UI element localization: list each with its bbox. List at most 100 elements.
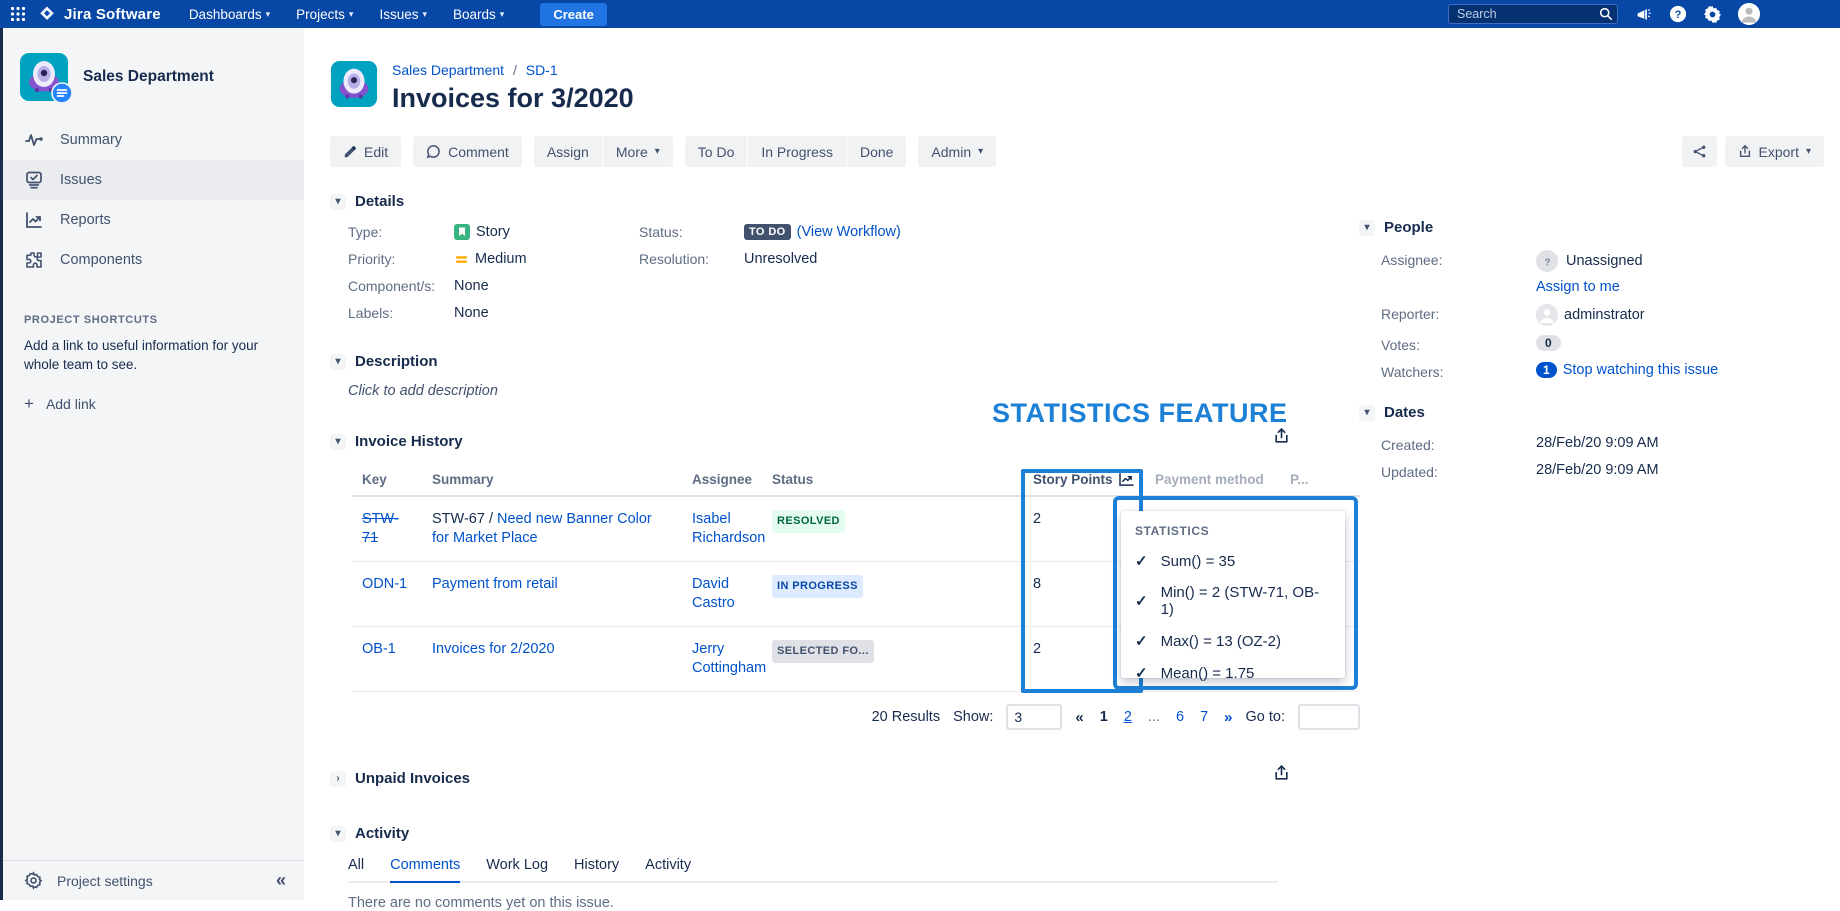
next-page-icon[interactable]: » xyxy=(1224,709,1232,726)
sidebar-item-summary[interactable]: Summary xyxy=(3,120,304,160)
pagination: 20 Results Show: « 1 2 ... 6 7 » Go to: xyxy=(330,704,1360,730)
issue-key-link[interactable]: STW-71 xyxy=(362,511,399,546)
nav-dashboards[interactable]: Dashboards ▾ xyxy=(189,7,270,22)
app-switcher-icon[interactable] xyxy=(10,6,26,22)
chevron-down-icon: ▾ xyxy=(1806,146,1811,157)
watchers-label: Watchers: xyxy=(1381,362,1536,380)
nav-issues[interactable]: Issues ▾ xyxy=(379,7,427,22)
check-icon: ✓ xyxy=(1135,632,1148,650)
stop-watching-link[interactable]: Stop watching this issue xyxy=(1563,362,1719,378)
tab-all[interactable]: All xyxy=(348,857,364,881)
assignee-link[interactable]: Jerry Cottingham xyxy=(692,641,766,676)
col-story-points[interactable]: Story Points xyxy=(1023,466,1145,496)
breadcrumb-issue-link[interactable]: SD-1 xyxy=(526,62,558,78)
export-panel-icon[interactable] xyxy=(1273,427,1290,445)
share-button[interactable] xyxy=(1682,136,1717,167)
create-button[interactable]: Create xyxy=(540,3,606,26)
more-button[interactable]: More ▾ xyxy=(603,136,673,167)
watchers-badge[interactable]: 1 xyxy=(1536,362,1557,378)
add-link-button[interactable]: + Add link xyxy=(24,394,304,414)
edit-button[interactable]: Edit xyxy=(330,136,401,167)
pulse-icon xyxy=(24,130,44,150)
show-input[interactable] xyxy=(1006,704,1062,730)
details-twisty-icon[interactable]: ▾ xyxy=(330,194,346,210)
assign-button[interactable]: Assign xyxy=(534,136,602,167)
prev-page-icon[interactable]: « xyxy=(1075,709,1083,726)
people-twisty-icon[interactable]: ▾ xyxy=(1359,220,1375,236)
unpaid-twisty-icon[interactable]: › xyxy=(330,771,346,787)
inprogress-transition-button[interactable]: In Progress xyxy=(748,136,846,167)
done-transition-button[interactable]: Done xyxy=(847,136,906,167)
settings-gear-icon[interactable] xyxy=(1704,6,1721,23)
stat-sum[interactable]: ✓ Sum() = 35 xyxy=(1135,552,1331,570)
col-assignee[interactable]: Assignee xyxy=(682,466,762,496)
project-header: Sales Department xyxy=(3,28,304,120)
status-badge: SELECTED FO... xyxy=(772,640,874,663)
stat-min[interactable]: ✓ Min() = 2 (STW-71, OB-1) xyxy=(1135,584,1331,618)
tab-activity[interactable]: Activity xyxy=(645,857,691,881)
todo-transition-button[interactable]: To Do xyxy=(685,136,748,167)
invoice-history-twisty-icon[interactable]: ▾ xyxy=(330,434,346,450)
votes-badge[interactable]: 0 xyxy=(1536,335,1561,351)
export-button[interactable]: Export ▾ xyxy=(1725,136,1825,167)
issue-key-link[interactable]: ODN-1 xyxy=(362,576,407,592)
assignee-link[interactable]: Isabel Richardson xyxy=(692,511,765,546)
col-status[interactable]: Status xyxy=(762,466,1023,496)
jira-logo[interactable]: Jira Software xyxy=(38,5,161,23)
updated-label: Updated: xyxy=(1381,462,1536,480)
description-section: ▾ Description Click to add description xyxy=(330,353,1360,399)
user-avatar[interactable] xyxy=(1738,3,1760,25)
goto-input[interactable] xyxy=(1298,704,1360,730)
nav-boards[interactable]: Boards ▾ xyxy=(453,7,504,22)
export-icon xyxy=(1738,144,1752,159)
col-p[interactable]: P... xyxy=(1280,466,1360,496)
dates-twisty-icon[interactable]: ▾ xyxy=(1359,405,1375,421)
comment-button[interactable]: Comment xyxy=(413,136,522,167)
dates-section: ▾ Dates Created: 28/Feb/20 9:09 AM Updat… xyxy=(1359,404,1839,480)
stat-max[interactable]: ✓ Max() = 13 (OZ-2) xyxy=(1135,632,1331,650)
description-placeholder[interactable]: Click to add description xyxy=(348,383,1360,399)
sidebar-item-reports[interactable]: Reports xyxy=(3,200,304,240)
gear-icon xyxy=(24,871,43,890)
page-1[interactable]: 1 xyxy=(1100,709,1108,725)
collapse-sidebar-icon[interactable]: « xyxy=(276,870,286,891)
help-icon[interactable]: ? xyxy=(1669,5,1687,23)
search-input[interactable] xyxy=(1448,4,1618,24)
col-summary[interactable]: Summary xyxy=(422,466,682,496)
tab-worklog[interactable]: Work Log xyxy=(486,857,548,881)
summary-link[interactable]: Invoices for 2/2020 xyxy=(432,641,555,657)
share-icon xyxy=(1692,144,1707,159)
description-twisty-icon[interactable]: ▾ xyxy=(330,354,346,370)
col-key[interactable]: Key xyxy=(352,466,422,496)
export-panel-icon[interactable] xyxy=(1273,764,1290,782)
page-6[interactable]: 6 xyxy=(1176,709,1184,725)
results-count: 20 Results xyxy=(872,709,941,725)
issue-avatar xyxy=(330,60,378,108)
nav-projects[interactable]: Projects ▾ xyxy=(296,7,353,22)
project-settings-button[interactable]: Project settings « xyxy=(3,860,304,900)
assign-to-me-link[interactable]: Assign to me xyxy=(1536,279,1620,295)
view-workflow-link[interactable]: (View Workflow) xyxy=(797,224,901,240)
breadcrumb-project-link[interactable]: Sales Department xyxy=(392,62,504,78)
tab-comments[interactable]: Comments xyxy=(390,857,460,883)
admin-button[interactable]: Admin ▾ xyxy=(918,136,996,167)
pencil-icon xyxy=(343,145,357,159)
sidebar-item-components[interactable]: Components xyxy=(3,240,304,280)
sidebar-item-issues[interactable]: Issues xyxy=(3,160,304,200)
page-7[interactable]: 7 xyxy=(1200,709,1208,725)
issue-key-link[interactable]: OB-1 xyxy=(362,641,396,657)
statistics-chart-icon[interactable] xyxy=(1119,473,1134,486)
col-payment-method[interactable]: Payment method xyxy=(1145,466,1280,496)
summary-link[interactable]: Payment from retail xyxy=(432,576,558,592)
tab-history[interactable]: History xyxy=(574,857,619,881)
created-value: 28/Feb/20 9:09 AM xyxy=(1536,435,1659,451)
stat-mean[interactable]: ✓ Mean() = 1.75 xyxy=(1135,664,1331,682)
activity-twisty-icon[interactable]: ▾ xyxy=(330,826,346,842)
announcements-icon[interactable] xyxy=(1635,6,1652,23)
assignee-link[interactable]: David Castro xyxy=(692,576,735,611)
type-label: Type: xyxy=(348,224,454,240)
plus-icon: + xyxy=(24,394,34,414)
page-2[interactable]: 2 xyxy=(1124,709,1132,725)
votes-label: Votes: xyxy=(1381,335,1536,353)
project-avatar xyxy=(19,52,69,102)
